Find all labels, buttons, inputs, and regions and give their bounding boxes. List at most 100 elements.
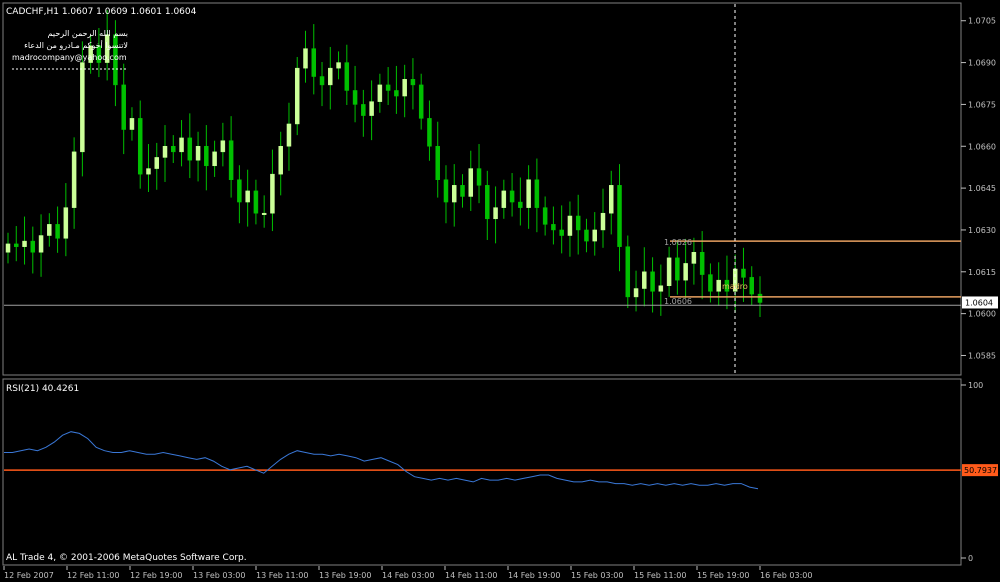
note-email: madrocompany@yahoo.com [12, 53, 127, 62]
candle-body [757, 293, 763, 303]
candle-body [146, 168, 151, 175]
candle-body [71, 151, 77, 208]
candle-body [137, 118, 143, 175]
candle-body [633, 288, 639, 298]
time-tick-label: 13 Feb 19:00 [319, 571, 371, 580]
candle-body [584, 229, 589, 242]
candle-body [600, 212, 606, 231]
candle-body [741, 268, 746, 278]
candle-body [63, 207, 69, 239]
candle-body [328, 67, 333, 86]
candle-body [476, 168, 482, 186]
candle-body [468, 168, 474, 197]
candle-body [171, 146, 176, 153]
price-tick-label: 1.0630 [968, 226, 996, 235]
price-tick-label: 1.0600 [968, 310, 996, 319]
note-line-2: لاتنسوا أخوكم مـادرو من الدعاء [24, 40, 128, 50]
candle-body [617, 185, 622, 247]
price-tick-label: 1.0615 [968, 268, 996, 277]
candle-body [493, 207, 498, 220]
candle-body [526, 179, 531, 208]
candle-body [30, 240, 36, 253]
candle-body [551, 224, 556, 231]
candle-body [658, 285, 664, 292]
candle-body [418, 84, 424, 119]
candle-body [237, 179, 242, 203]
candle-body [443, 179, 449, 203]
candle-body [5, 243, 11, 253]
candle-body [675, 257, 680, 281]
candle-body [55, 224, 60, 239]
candle-body [501, 190, 507, 208]
candle-body [311, 48, 317, 77]
candle-body [80, 62, 85, 153]
candle-body [204, 146, 209, 167]
copyright-text: AL Trade 4, © 2001-2006 MetaQuotes Softw… [6, 553, 247, 563]
time-tick-label: 12 Feb 11:00 [67, 571, 119, 580]
time-tick-label: 15 Feb 03:00 [571, 571, 623, 580]
candle-body [642, 271, 647, 289]
rsi-tick-label: 100 [968, 381, 983, 390]
price-tick-label: 1.0660 [968, 142, 996, 151]
candle-body [650, 271, 655, 292]
candle-body [716, 279, 721, 292]
candle-body [567, 215, 573, 236]
price-tick-label: 1.0675 [968, 100, 996, 109]
candle-body [592, 229, 597, 242]
candle-body [294, 67, 300, 125]
candle-body [435, 146, 440, 180]
candle-body [220, 140, 226, 153]
time-tick-label: 14 Feb 19:00 [508, 571, 560, 580]
candle-body [154, 157, 159, 169]
madro-marker: madro [722, 282, 748, 291]
candle-body [394, 90, 399, 97]
candle-body [699, 252, 705, 275]
candle-body [162, 146, 168, 158]
rsi-label: RSI(21) 40.4261 [6, 384, 79, 394]
candle-body [542, 207, 548, 225]
level-label: 1.0606 [664, 297, 692, 306]
candle-body [518, 201, 523, 208]
candle-body [352, 90, 358, 105]
time-tick-label: 14 Feb 03:00 [382, 571, 434, 580]
current-price-label: 1.0604 [965, 298, 993, 307]
time-tick-label: 13 Feb 11:00 [256, 571, 308, 580]
candle-body [708, 274, 713, 292]
candle-body [179, 137, 184, 153]
note-line-1: بسم الله الرحمن الرحيم [48, 29, 128, 38]
candle-body [749, 277, 754, 295]
price-tick-label: 1.0705 [968, 17, 996, 26]
candle-body [575, 215, 581, 231]
time-tick-label: 12 Feb 19:00 [130, 571, 182, 580]
candle-body [625, 246, 631, 298]
time-tick-label: 16 Feb 03:00 [760, 571, 812, 580]
price-tick-label: 1.0645 [968, 184, 996, 193]
candle-body [509, 190, 515, 203]
candle-body [427, 118, 432, 147]
candle-body [245, 190, 250, 203]
candle-body [534, 179, 540, 208]
candle-body [385, 84, 391, 91]
price-tick-label: 1.0585 [968, 351, 996, 360]
candle-body [47, 224, 52, 236]
candle-body [451, 185, 457, 203]
candle-body [195, 146, 201, 161]
chart-background [0, 0, 1000, 582]
candle-body [485, 185, 490, 220]
candle-body [253, 190, 259, 214]
candle-body [22, 240, 27, 247]
candle-body [319, 76, 325, 86]
candle-body [228, 140, 234, 180]
candle-body [377, 84, 383, 102]
candle-body [402, 79, 407, 97]
candle-body [344, 62, 350, 91]
candle-body [14, 243, 19, 247]
candle-body [460, 185, 465, 197]
candle-body [270, 173, 275, 214]
candle-body [683, 263, 688, 281]
candle-body [212, 151, 217, 167]
candle-body [369, 101, 374, 116]
candle-body [666, 257, 672, 286]
time-tick-label: 13 Feb 03:00 [193, 571, 245, 580]
rsi-level-label: 50.7937 [964, 466, 997, 475]
